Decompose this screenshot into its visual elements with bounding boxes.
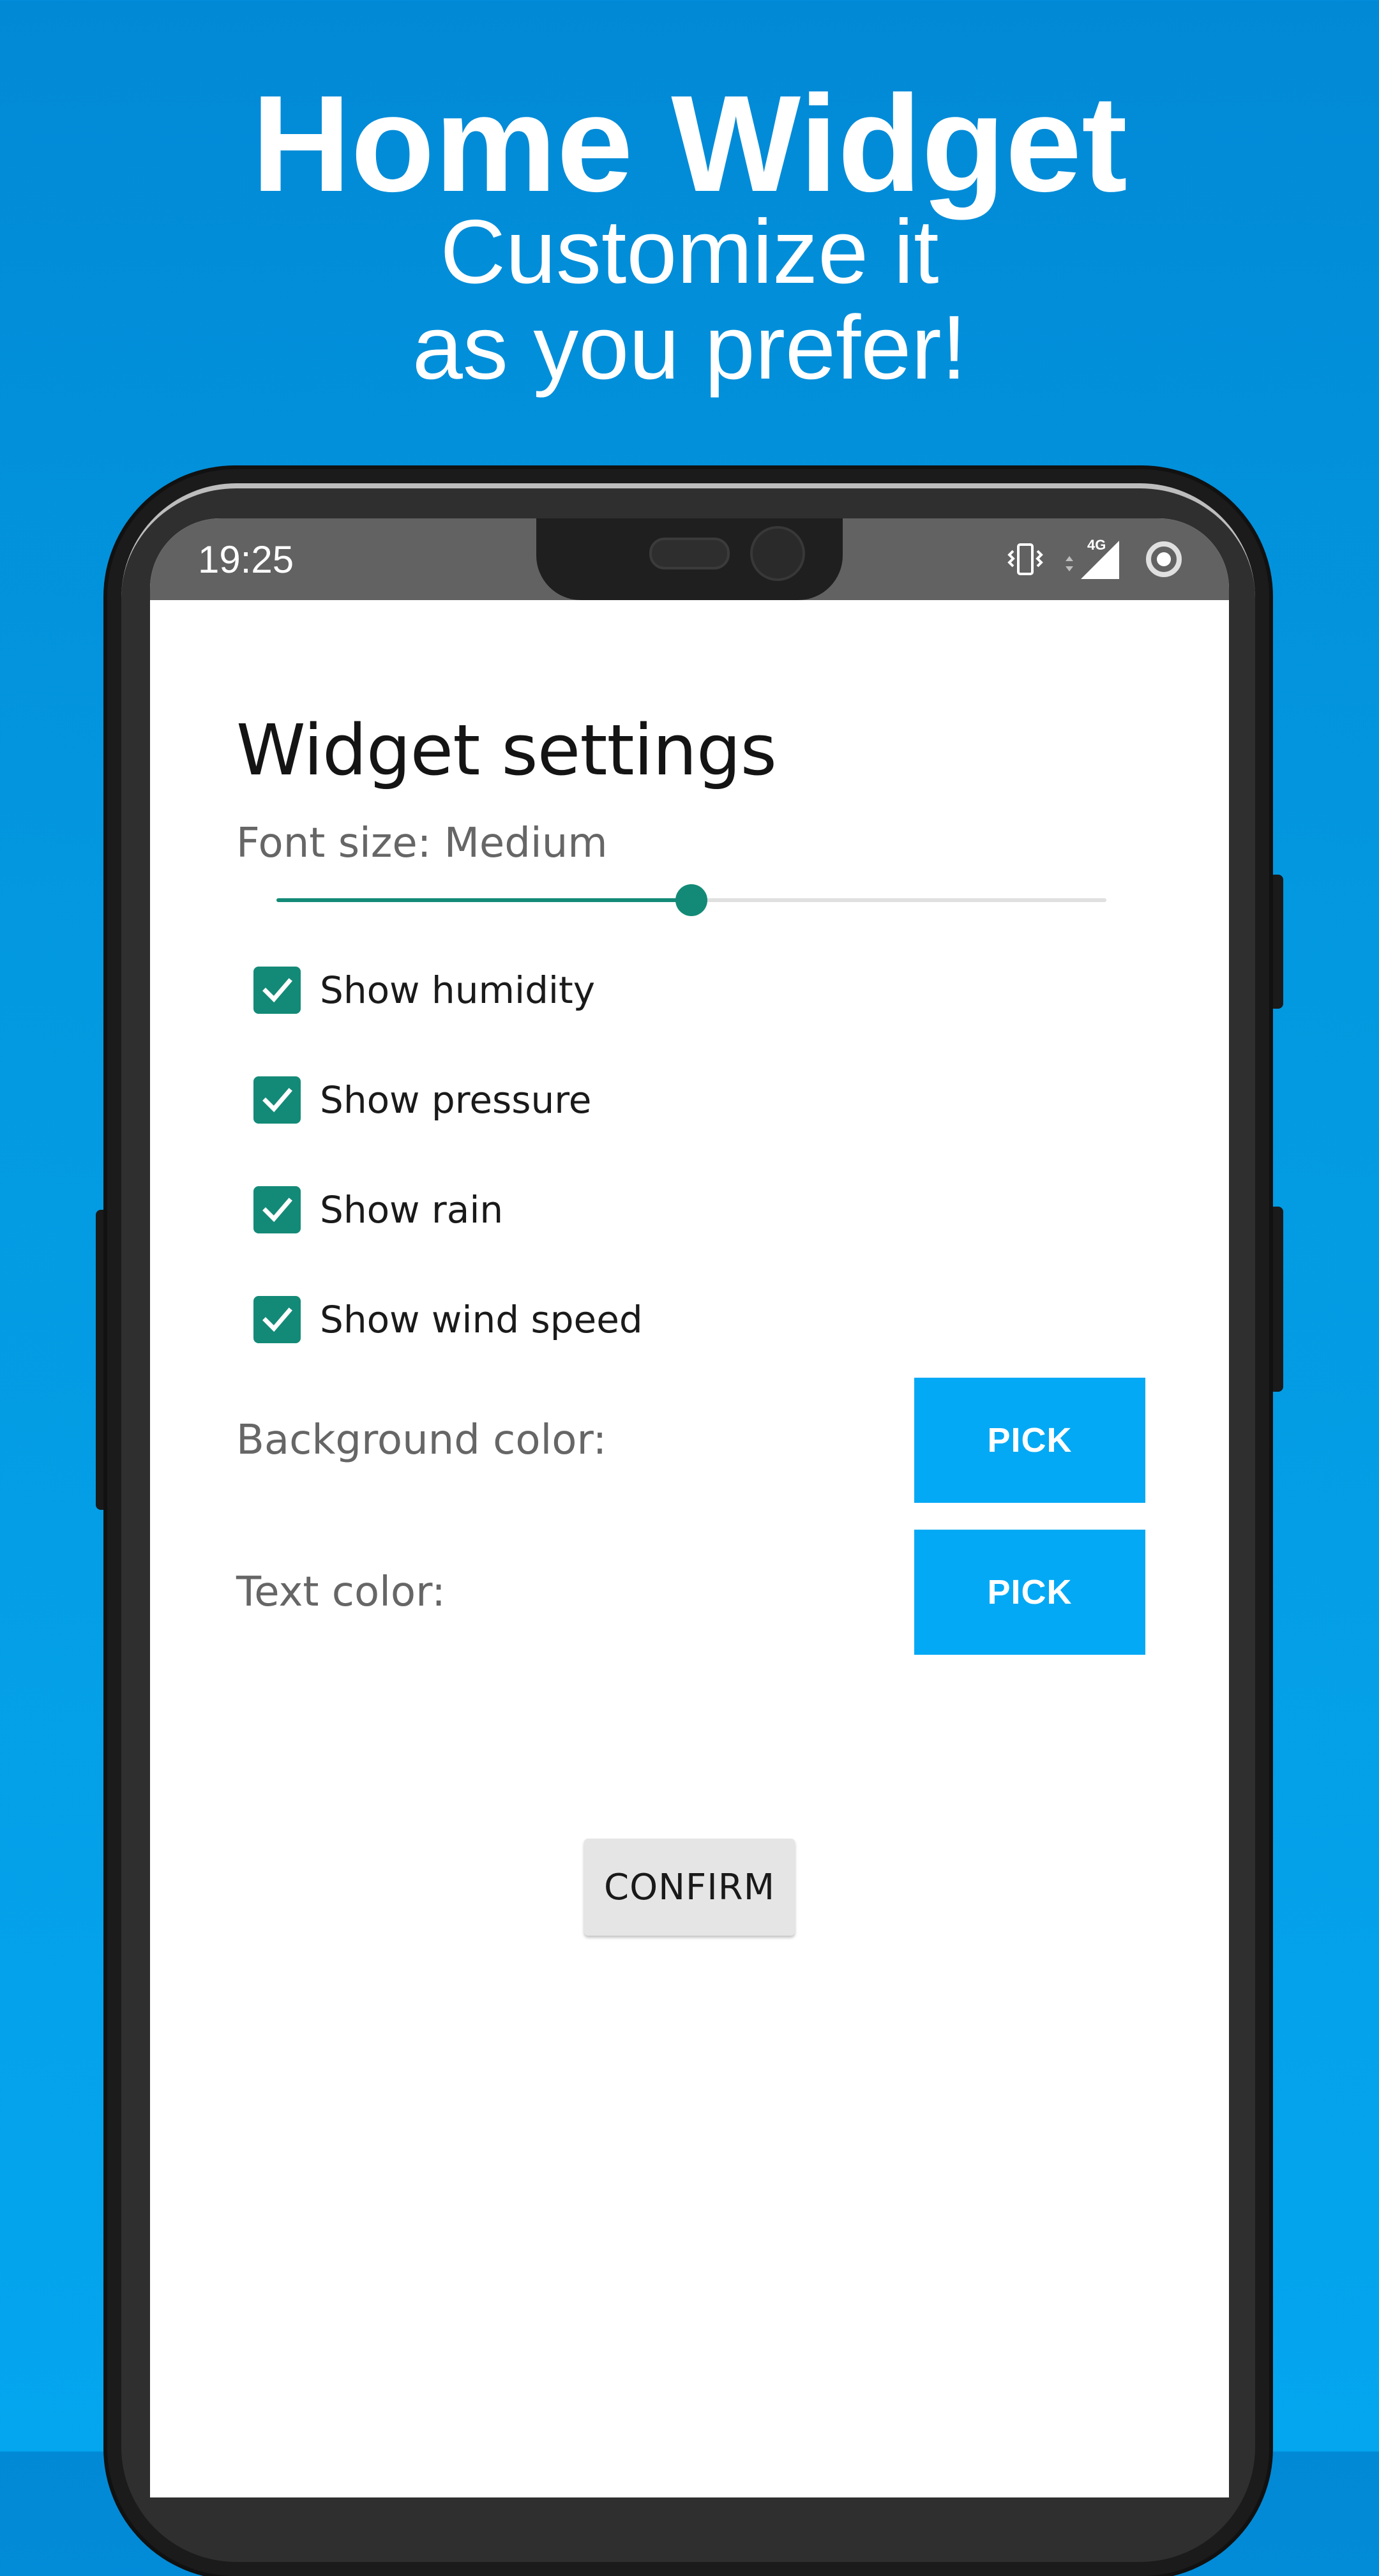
checkbox-label: Show wind speed [320, 1298, 643, 1341]
text-color-pick-button[interactable]: PICK [914, 1530, 1145, 1655]
earpiece-speaker [649, 538, 730, 569]
promo-title: Home Widget [252, 66, 1127, 220]
slider-thumb[interactable] [675, 884, 707, 916]
background-color-label: Background color: [236, 1417, 607, 1464]
page-title: Widget settings [236, 709, 777, 791]
status-icons: 4G [1007, 535, 1184, 584]
signal-icon: 4G [1062, 537, 1126, 582]
text-color-label: Text color: [236, 1569, 446, 1616]
show-humidity-checkbox[interactable]: Show humidity [253, 961, 595, 1019]
checkbox-checked-icon[interactable] [253, 1296, 301, 1343]
phone-volume-up-button [1269, 875, 1283, 1009]
show-wind-speed-checkbox[interactable]: Show wind speed [253, 1291, 643, 1348]
sync-icon [1143, 539, 1184, 580]
confirm-button[interactable]: CONFIRM [584, 1839, 795, 1936]
promo-subtitle-line-2: as you prefer! [412, 297, 967, 398]
font-size-label: Font size: Medium [236, 820, 608, 867]
phone-power-button [1269, 1207, 1283, 1392]
checkbox-label: Show rain [320, 1188, 504, 1232]
checkbox-label: Show pressure [320, 1078, 592, 1122]
checkbox-checked-icon[interactable] [253, 1186, 301, 1233]
front-camera [750, 526, 805, 581]
font-size-slider[interactable] [276, 881, 1106, 919]
widget-settings-dialog: Widget settings Font size: Medium Show h… [150, 600, 1229, 2497]
slider-fill [276, 898, 691, 902]
show-rain-checkbox[interactable]: Show rain [253, 1181, 503, 1239]
checkbox-checked-icon[interactable] [253, 1076, 301, 1124]
network-type-label: 4G [1087, 537, 1106, 553]
show-pressure-checkbox[interactable]: Show pressure [253, 1071, 591, 1129]
status-bar: 19:25 4G [150, 518, 1229, 600]
background-color-pick-button[interactable]: PICK [914, 1378, 1145, 1503]
phone-screen: 19:25 4G Widget settings Font size: Medi… [150, 518, 1229, 2497]
vibrate-icon [1007, 541, 1044, 578]
promo-subtitle-line-1: Customize it [440, 201, 939, 303]
status-time: 19:25 [198, 538, 294, 581]
checkbox-label: Show humidity [320, 968, 596, 1012]
checkbox-checked-icon[interactable] [253, 967, 301, 1014]
